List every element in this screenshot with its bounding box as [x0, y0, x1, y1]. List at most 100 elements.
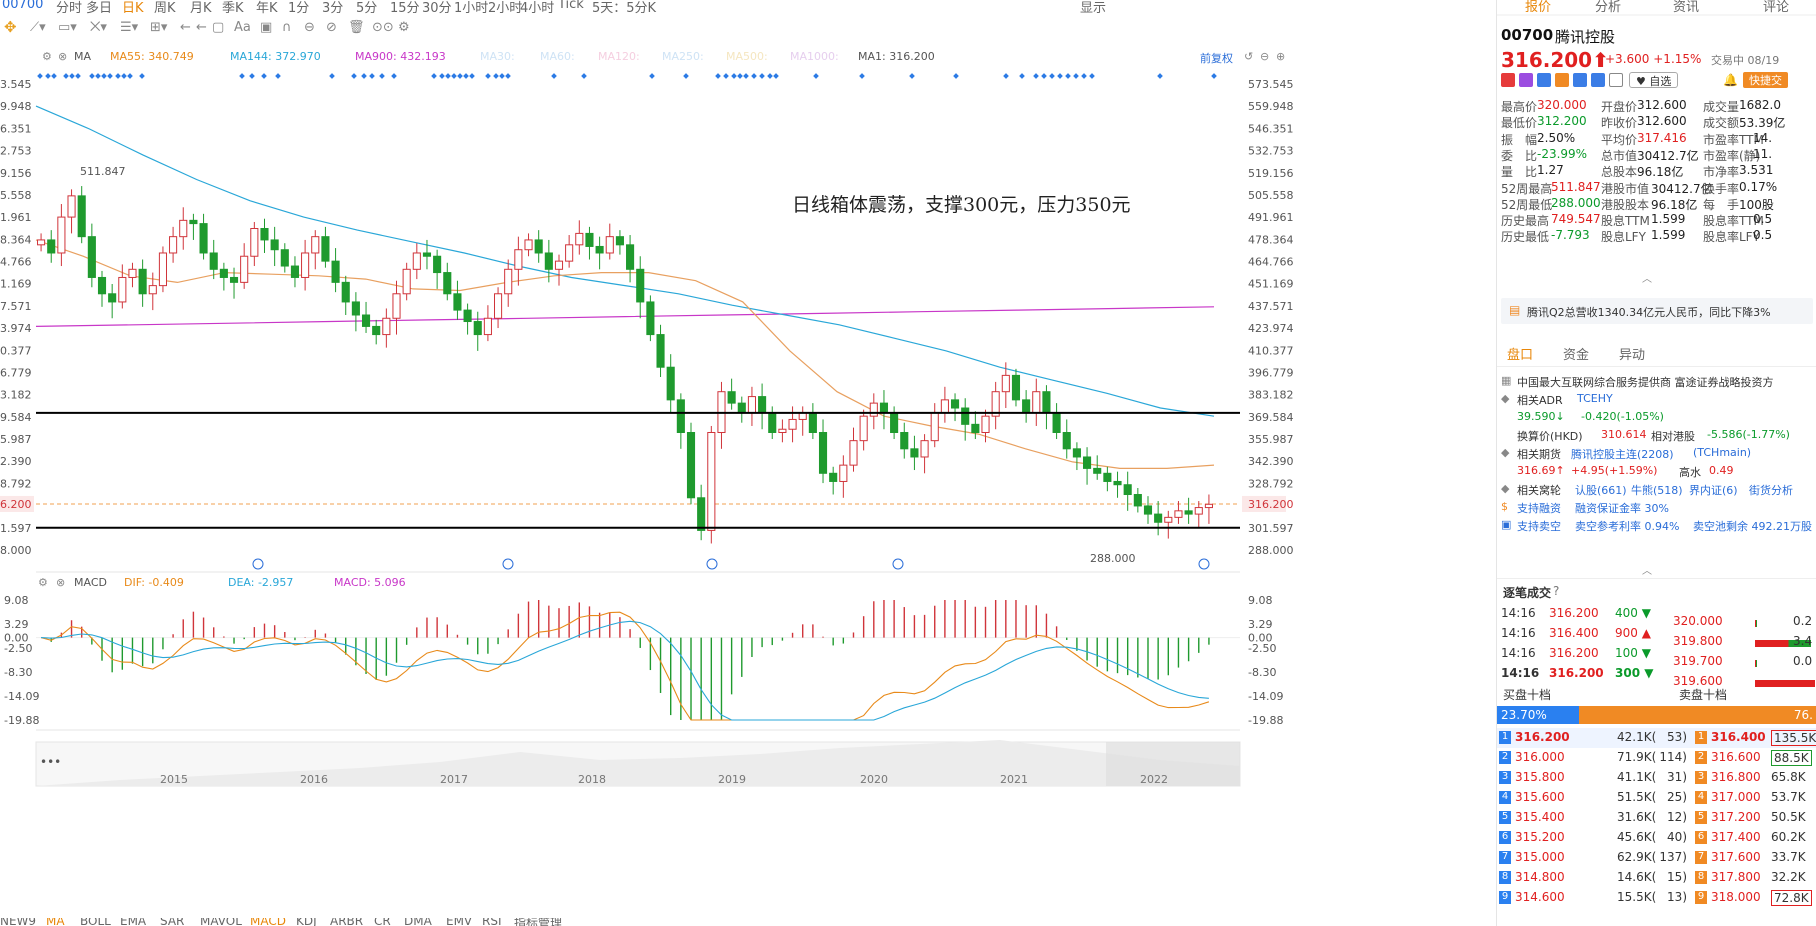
period-tab[interactable]: 5分 — [356, 0, 377, 14]
rect-tool-icon[interactable]: ▭▾ — [58, 20, 77, 35]
indicator-tab[interactable]: ARBR — [330, 918, 363, 926]
bid-price[interactable]: 315.600 — [1515, 790, 1565, 804]
news-banner[interactable]: ▤ 腾讯Q2总营收1340.34亿元人民币，同比下降3% — [1501, 298, 1813, 324]
trade-icon[interactable] — [1573, 73, 1587, 87]
indicator-tab[interactable]: MAVOL — [200, 918, 242, 926]
adr-code[interactable]: TCEHY — [1577, 392, 1613, 405]
line-tool-icon[interactable]: ⟋▾ — [30, 20, 46, 35]
collapse-icon[interactable]: ︿ — [1642, 562, 1652, 577]
period-tab[interactable]: 月K — [190, 0, 212, 14]
ask-price[interactable]: 316.800 — [1711, 770, 1761, 784]
indicator-tab[interactable]: RSI — [482, 918, 502, 926]
comment-tool-icon[interactable]: ▢ — [212, 20, 224, 35]
indicator-tab[interactable]: MACD — [250, 918, 286, 926]
settings-icon[interactable]: ⚙ — [38, 576, 48, 589]
period-tab[interactable]: 年K — [256, 0, 278, 14]
crosshair-icon[interactable]: ✥ — [4, 18, 17, 36]
period-tab[interactable]: Tick — [558, 0, 584, 12]
doc-icon[interactable] — [1609, 73, 1623, 87]
ask-price[interactable]: 317.200 — [1711, 810, 1761, 824]
price-chart[interactable]: 573.545 573.545 559.948 559.948 546.351 546.3… — [0, 60, 1294, 918]
fib-tool-icon[interactable]: ⨉▾ — [90, 20, 107, 35]
dollar-icon[interactable] — [1555, 73, 1569, 87]
indicator-tab[interactable]: EMA — [120, 918, 146, 926]
settings-icon[interactable]: ⚙ — [398, 20, 410, 35]
add-favorite-button[interactable]: ♥ 自选 — [1629, 72, 1679, 88]
period-tab[interactable]: 1分 — [288, 0, 309, 14]
bid-price[interactable]: 315.400 — [1515, 810, 1565, 824]
margin-label[interactable]: 支持融资 — [1517, 500, 1561, 516]
period-tab[interactable]: 周K — [154, 0, 176, 14]
bell-icon[interactable]: 🔔 — [1723, 73, 1738, 87]
note-tool-icon[interactable]: ▣ — [260, 20, 272, 35]
bid-price[interactable]: 316.200 — [1515, 730, 1570, 744]
quick-trade-button[interactable]: 快捷交 — [1743, 72, 1788, 88]
short-icon[interactable]: ▣ — [1501, 518, 1511, 531]
hk-icon[interactable] — [1501, 73, 1515, 87]
bid-price[interactable]: 314.800 — [1515, 870, 1565, 884]
measure-tool-icon[interactable]: ⊞▾ — [150, 20, 167, 35]
macd-legend-item[interactable]: MACD: 5.096 — [334, 576, 406, 589]
bid-price[interactable]: 315.000 — [1515, 850, 1565, 864]
indicator-tab[interactable]: MA — [46, 918, 65, 926]
quote-tab[interactable]: 资讯 — [1673, 0, 1699, 15]
indicator-tab[interactable]: DMA — [404, 918, 432, 926]
period-tab[interactable]: 30分 — [422, 0, 452, 14]
macd-legend-item[interactable]: DEA: -2.957 — [228, 576, 293, 589]
warrant-call[interactable]: 认股(661) — [1575, 482, 1627, 498]
ask-price[interactable]: 316.600 — [1711, 750, 1761, 764]
period-tab[interactable]: 15分 — [390, 0, 420, 14]
feature-icon[interactable] — [1519, 73, 1533, 87]
ask-price[interactable]: 317.600 — [1711, 850, 1761, 864]
help-icon[interactable]: ? — [1553, 584, 1559, 598]
futures-code[interactable]: (TCHmain) — [1693, 446, 1751, 459]
warrant-inline[interactable]: 界内证(6) — [1689, 482, 1738, 498]
indicator-tab[interactable]: CR — [374, 918, 391, 926]
indicator-tab[interactable]: NEW9 — [0, 918, 36, 926]
magnet-icon[interactable]: ∩ — [282, 20, 292, 35]
sub-tab[interactable]: 资金 — [1563, 344, 1589, 363]
ask-price[interactable]: 317.400 — [1711, 830, 1761, 844]
sub-tab[interactable]: 异动 — [1619, 344, 1645, 363]
period-tab[interactable]: 季K — [222, 0, 244, 14]
quote-tab[interactable]: 评论 — [1763, 0, 1789, 15]
macd-legend-item[interactable]: DIF: -0.409 — [124, 576, 184, 589]
period-tab[interactable]: 5天：5分K — [592, 0, 656, 14]
quote-tab[interactable]: 报价 — [1525, 0, 1551, 15]
redo-icon[interactable]: ← — [196, 20, 207, 35]
ask-price[interactable]: 317.800 — [1711, 870, 1761, 884]
period-tab[interactable]: 4小时 — [520, 0, 554, 14]
ask-price[interactable]: 316.400 — [1711, 730, 1766, 744]
quote-tab[interactable]: 分析 — [1595, 0, 1621, 15]
period-tab[interactable]: 分时 — [56, 0, 82, 14]
hide-icon[interactable]: ⊘ — [326, 20, 337, 35]
period-tab[interactable]: 日K — [122, 0, 144, 14]
indicator-tab[interactable]: EMV — [446, 918, 472, 926]
connect-icon[interactable] — [1537, 73, 1551, 87]
futures-name[interactable]: 腾讯控股主连(2208) — [1571, 446, 1674, 462]
bid-price[interactable]: 316.000 — [1515, 750, 1565, 764]
warrant-bull[interactable]: 牛熊(518) — [1631, 482, 1683, 498]
period-tab[interactable]: 3分 — [322, 0, 343, 14]
bid-price[interactable]: 315.800 — [1515, 770, 1565, 784]
short-pool[interactable]: 卖空池剩余 492.21万股 — [1693, 518, 1812, 534]
bid-price[interactable]: 315.200 — [1515, 830, 1565, 844]
channel-tool-icon[interactable]: ☰▾ — [120, 20, 138, 35]
ask-price[interactable]: 318.000 — [1711, 890, 1761, 904]
sub-tab[interactable]: 盘口 — [1507, 344, 1533, 363]
indicator-tab[interactable]: 指标管理 — [514, 918, 562, 926]
short-label[interactable]: 支持卖空 — [1517, 518, 1561, 534]
symbol-code[interactable]: 00700 — [2, 0, 43, 12]
period-tab[interactable]: 多日 — [86, 0, 112, 14]
bid-price[interactable]: 314.600 — [1515, 890, 1565, 904]
macd-legend-item[interactable]: MACD — [74, 576, 107, 589]
indicator-tab[interactable]: BOLL — [80, 918, 111, 926]
visibility-icon[interactable]: ⊙⊙ — [372, 20, 394, 35]
lock-icon[interactable]: ⊖ — [304, 20, 315, 35]
ask-price[interactable]: 317.000 — [1711, 790, 1761, 804]
undo-icon[interactable]: ← — [180, 20, 191, 35]
close-icon[interactable]: ⊗ — [56, 576, 65, 589]
margin-value[interactable]: 融资保证金率 30% — [1575, 500, 1669, 516]
collapse-icon[interactable]: ︿ — [1642, 270, 1652, 285]
period-tab[interactable]: 1小时 — [454, 0, 488, 14]
